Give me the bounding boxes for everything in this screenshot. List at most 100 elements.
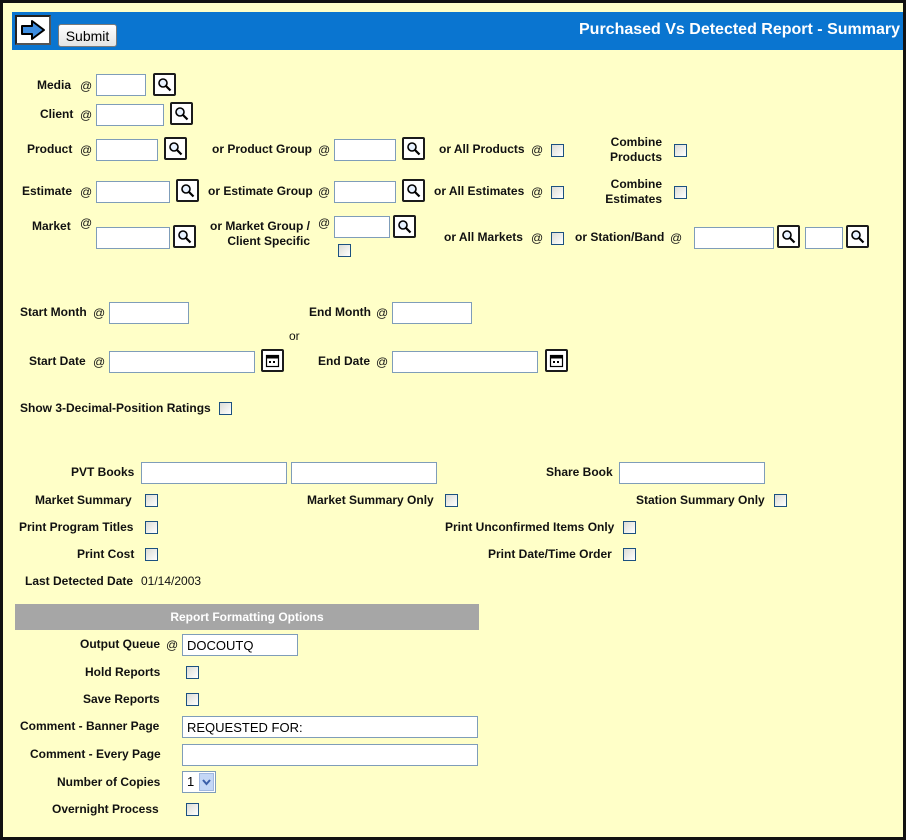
- at-sign: @: [531, 143, 544, 157]
- end-month-input[interactable]: [392, 302, 472, 324]
- end-month-label: End Month: [309, 305, 371, 319]
- media-lookup-button[interactable]: [153, 73, 176, 96]
- magnifier-icon: [158, 78, 172, 92]
- comment-every-input[interactable]: [182, 744, 478, 766]
- header-bar: Submit Purchased Vs Detected Report - Su…: [12, 12, 903, 50]
- print-cost-label: Print Cost: [77, 547, 135, 561]
- print-cost-checkbox[interactable]: [145, 548, 158, 561]
- end-date-calendar-button[interactable]: [545, 349, 568, 372]
- comment-every-label: Comment - Every Page: [30, 747, 161, 761]
- print-unconfirmed-checkbox[interactable]: [623, 521, 636, 534]
- estimate-group-input[interactable]: [334, 181, 396, 203]
- market-summary-only-checkbox[interactable]: [445, 494, 458, 507]
- all-products-label: or All Products: [439, 142, 525, 156]
- output-queue-label: Output Queue: [80, 637, 160, 651]
- product-lookup-button[interactable]: [164, 137, 187, 160]
- media-label: Media: [37, 78, 72, 92]
- market-group-input[interactable]: [334, 216, 390, 238]
- comment-banner-input[interactable]: [182, 716, 478, 738]
- market-summary-checkbox[interactable]: [145, 494, 158, 507]
- all-markets-checkbox[interactable]: [551, 232, 564, 245]
- submit-button[interactable]: Submit: [58, 24, 117, 47]
- print-date-time-label: Print Date/Time Order: [488, 547, 612, 561]
- magnifier-icon: [175, 107, 189, 121]
- last-detected-date-value: 01/14/2003: [141, 574, 202, 588]
- output-queue-input[interactable]: [182, 634, 298, 656]
- band-input[interactable]: [805, 227, 843, 249]
- market-label: Market: [32, 219, 71, 233]
- at-sign: @: [93, 306, 106, 320]
- combine-estimates-label: Combine Estimates: [605, 177, 662, 206]
- estimate-group-label: or Estimate Group: [208, 184, 313, 198]
- station-lookup-button[interactable]: [777, 225, 800, 248]
- end-date-input[interactable]: [392, 351, 538, 373]
- station-band-label: or Station/Band: [575, 230, 665, 244]
- product-group-lookup-button[interactable]: [402, 137, 425, 160]
- start-month-label: Start Month: [20, 305, 87, 319]
- magnifier-icon: [169, 142, 183, 156]
- pvt-book-1-input[interactable]: [141, 462, 287, 484]
- all-estimates-checkbox[interactable]: [551, 186, 564, 199]
- or-label: or: [289, 329, 300, 343]
- band-lookup-button[interactable]: [846, 225, 869, 248]
- all-estimates-label: or All Estimates: [434, 184, 525, 198]
- copies-label: Number of Copies: [57, 775, 161, 789]
- print-program-titles-checkbox[interactable]: [145, 521, 158, 534]
- product-label: Product: [27, 142, 73, 156]
- print-unconfirmed-label: Print Unconfirmed Items Only: [445, 520, 615, 534]
- client-lookup-button[interactable]: [170, 102, 193, 125]
- show-3-decimal-checkbox[interactable]: [219, 402, 232, 415]
- copies-select[interactable]: 1: [182, 771, 216, 793]
- combine-estimates-checkbox[interactable]: [674, 186, 687, 199]
- estimate-input[interactable]: [96, 181, 170, 203]
- print-program-titles-label: Print Program Titles: [19, 520, 134, 534]
- magnifier-icon: [407, 142, 421, 156]
- chevron-down-icon[interactable]: [199, 773, 214, 791]
- product-group-input[interactable]: [334, 139, 396, 161]
- pvt-book-2-input[interactable]: [291, 462, 437, 484]
- at-sign: @: [80, 79, 93, 93]
- at-sign: @: [80, 185, 93, 199]
- share-book-label: Share Book: [546, 465, 613, 479]
- overnight-checkbox[interactable]: [186, 803, 199, 816]
- save-reports-checkbox[interactable]: [186, 693, 199, 706]
- client-label: Client: [40, 107, 74, 121]
- at-sign: @: [80, 108, 93, 122]
- at-sign: @: [80, 143, 93, 157]
- combine-products-label: Combine Products: [609, 135, 662, 164]
- page-title: Purchased Vs Detected Report - Summary: [579, 21, 900, 38]
- all-products-checkbox[interactable]: [551, 144, 564, 157]
- at-sign: @: [531, 185, 544, 199]
- client-input[interactable]: [96, 104, 164, 126]
- market-summary-only-label: Market Summary Only: [307, 493, 434, 507]
- client-specific-checkbox[interactable]: [338, 244, 351, 257]
- show-3-decimal-label: Show 3-Decimal-Position Ratings: [20, 401, 211, 415]
- market-group-lookup-button[interactable]: [393, 215, 416, 238]
- share-book-input[interactable]: [619, 462, 765, 484]
- at-sign: @: [376, 355, 389, 369]
- hold-reports-label: Hold Reports: [85, 665, 161, 679]
- report-formatting-header: Report Formatting Options: [15, 604, 479, 630]
- at-sign: @: [80, 216, 93, 230]
- station-summary-only-checkbox[interactable]: [774, 494, 787, 507]
- media-input[interactable]: [96, 74, 146, 96]
- print-date-time-checkbox[interactable]: [623, 548, 636, 561]
- station-input[interactable]: [694, 227, 774, 249]
- start-date-input[interactable]: [109, 351, 255, 373]
- start-date-calendar-button[interactable]: [261, 349, 284, 372]
- estimate-group-lookup-button[interactable]: [402, 179, 425, 202]
- navigate-button[interactable]: [15, 15, 51, 45]
- product-input[interactable]: [96, 139, 158, 161]
- hold-reports-checkbox[interactable]: [186, 666, 199, 679]
- market-summary-label: Market Summary: [35, 493, 132, 507]
- market-lookup-button[interactable]: [173, 225, 196, 248]
- combine-products-checkbox[interactable]: [674, 144, 687, 157]
- estimate-lookup-button[interactable]: [176, 179, 199, 202]
- last-detected-date-label: Last Detected Date: [25, 574, 134, 588]
- start-month-input[interactable]: [109, 302, 189, 324]
- at-sign: @: [670, 231, 683, 245]
- at-sign: @: [376, 306, 389, 320]
- market-group-label: or Market Group / Client Specific: [209, 219, 310, 248]
- market-input[interactable]: [96, 227, 170, 249]
- estimate-label: Estimate: [22, 184, 73, 198]
